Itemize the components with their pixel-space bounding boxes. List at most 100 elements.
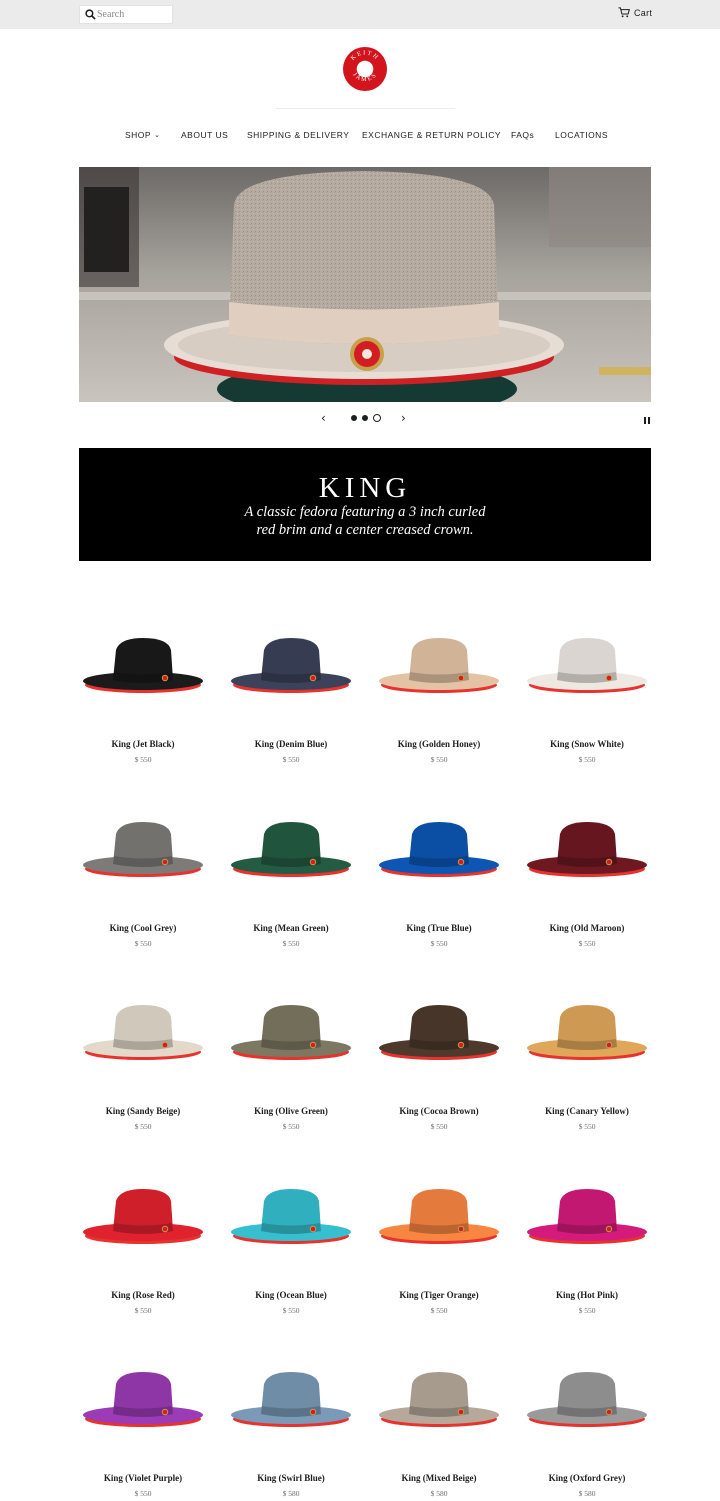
product-card[interactable]: King (Olive Green) $ 550 bbox=[217, 995, 365, 1131]
cart-link[interactable]: Cart bbox=[618, 7, 652, 18]
product-card[interactable]: King (Violet Purple) $ 550 bbox=[69, 1362, 217, 1498]
product-price: $ 550 bbox=[282, 755, 300, 764]
pause-icon[interactable] bbox=[644, 417, 650, 424]
product-hat-image[interactable] bbox=[524, 1179, 650, 1259]
product-card[interactable]: King (Tiger Orange) $ 550 bbox=[365, 1179, 513, 1315]
product-card[interactable]: King (Golden Honey) $ 550 bbox=[365, 628, 513, 764]
search-box[interactable] bbox=[79, 5, 173, 24]
product-name[interactable]: King (True Blue) bbox=[365, 923, 513, 933]
hero-hat-photo bbox=[79, 167, 651, 402]
product-price: $ 550 bbox=[282, 1306, 300, 1315]
product-price: $ 580 bbox=[282, 1489, 300, 1498]
product-hat-image[interactable] bbox=[228, 812, 354, 892]
product-price: $ 550 bbox=[134, 1306, 152, 1315]
top-bar: Cart bbox=[0, 0, 720, 29]
product-card[interactable]: King (Mean Green) $ 550 bbox=[217, 812, 365, 948]
product-hat-image[interactable] bbox=[376, 1362, 502, 1442]
product-name[interactable]: King (Oxford Grey) bbox=[513, 1473, 661, 1483]
product-hat-image[interactable] bbox=[80, 812, 206, 892]
slider-dot-active[interactable] bbox=[373, 414, 381, 422]
product-price: $ 550 bbox=[578, 939, 596, 948]
product-price: $ 550 bbox=[430, 1122, 448, 1131]
cart-label: Cart bbox=[634, 7, 653, 18]
chevron-right-icon[interactable]: › bbox=[401, 410, 406, 426]
product-card[interactable]: King (Mixed Beige) $ 580 bbox=[365, 1362, 513, 1498]
product-name[interactable]: King (Olive Green) bbox=[217, 1106, 365, 1116]
product-hat-image[interactable] bbox=[80, 1179, 206, 1259]
product-name[interactable]: King (Canary Yellow) bbox=[513, 1106, 661, 1116]
collection-banner: KING A classic fedora featuring a 3 inch… bbox=[79, 448, 651, 561]
product-name[interactable]: King (Swirl Blue) bbox=[217, 1473, 365, 1483]
nav-exchange-return-policy[interactable]: EXCHANGE & RETURN POLICY bbox=[362, 130, 501, 140]
product-name[interactable]: King (Denim Blue) bbox=[217, 739, 365, 749]
product-price: $ 550 bbox=[578, 755, 596, 764]
product-card[interactable]: King (Hot Pink) $ 550 bbox=[513, 1179, 661, 1315]
nav-about-us[interactable]: ABOUT US bbox=[181, 130, 228, 140]
product-name[interactable]: King (Tiger Orange) bbox=[365, 1290, 513, 1300]
collection-description: A classic fedora featuring a 3 inch curl… bbox=[244, 504, 486, 538]
product-hat-image[interactable] bbox=[80, 995, 206, 1075]
product-name[interactable]: King (Hot Pink) bbox=[513, 1290, 661, 1300]
product-price: $ 550 bbox=[578, 1306, 596, 1315]
logo-divider bbox=[276, 108, 455, 109]
product-name[interactable]: King (Rose Red) bbox=[69, 1290, 217, 1300]
product-name[interactable]: King (Old Maroon) bbox=[513, 923, 661, 933]
product-hat-image[interactable] bbox=[376, 628, 502, 708]
product-price: $ 580 bbox=[578, 1489, 596, 1498]
product-name[interactable]: King (Ocean Blue) bbox=[217, 1290, 365, 1300]
product-card[interactable]: King (True Blue) $ 550 bbox=[365, 812, 513, 948]
hero-slide-image[interactable] bbox=[79, 167, 651, 402]
product-name[interactable]: King (Sandy Beige) bbox=[69, 1106, 217, 1116]
product-name[interactable]: King (Mean Green) bbox=[217, 923, 365, 933]
main-nav: SHOP ⌄ ABOUT US SHIPPING & DELIVERY EXCHA… bbox=[0, 130, 720, 144]
nav-shipping-delivery[interactable]: SHIPPING & DELIVERY bbox=[247, 130, 349, 140]
product-hat-image[interactable] bbox=[80, 628, 206, 708]
product-card[interactable]: King (Jet Black) $ 550 bbox=[69, 628, 217, 764]
nav-shop[interactable]: SHOP ⌄ bbox=[125, 130, 160, 140]
keith-james-logo[interactable]: KEITH JAMES bbox=[343, 47, 387, 91]
product-hat-image[interactable] bbox=[376, 1179, 502, 1259]
product-name[interactable]: King (Golden Honey) bbox=[365, 739, 513, 749]
product-name[interactable]: King (Cool Grey) bbox=[69, 923, 217, 933]
product-card[interactable]: King (Snow White) $ 550 bbox=[513, 628, 661, 764]
product-hat-image[interactable] bbox=[376, 995, 502, 1075]
nav-locations[interactable]: LOCATIONS bbox=[555, 130, 608, 140]
product-card[interactable]: King (Cocoa Brown) $ 550 bbox=[365, 995, 513, 1131]
product-card[interactable]: King (Swirl Blue) $ 580 bbox=[217, 1362, 365, 1498]
product-hat-image[interactable] bbox=[376, 812, 502, 892]
product-hat-image[interactable] bbox=[524, 995, 650, 1075]
product-card[interactable]: King (Old Maroon) $ 550 bbox=[513, 812, 661, 948]
chevron-left-icon[interactable]: ‹ bbox=[321, 410, 326, 426]
product-hat-image[interactable] bbox=[228, 995, 354, 1075]
product-price: $ 550 bbox=[578, 1122, 596, 1131]
product-name[interactable]: King (Violet Purple) bbox=[69, 1473, 217, 1483]
product-price: $ 550 bbox=[430, 755, 448, 764]
product-hat-image[interactable] bbox=[524, 1362, 650, 1442]
product-card[interactable]: King (Denim Blue) $ 550 bbox=[217, 628, 365, 764]
product-card[interactable]: King (Oxford Grey) $ 580 bbox=[513, 1362, 661, 1498]
product-price: $ 550 bbox=[134, 1489, 152, 1498]
chevron-down-icon: ⌄ bbox=[154, 132, 161, 139]
product-name[interactable]: King (Snow White) bbox=[513, 739, 661, 749]
slider-dot[interactable] bbox=[362, 415, 368, 421]
product-card[interactable]: King (Cool Grey) $ 550 bbox=[69, 812, 217, 948]
product-card[interactable]: King (Rose Red) $ 550 bbox=[69, 1179, 217, 1315]
product-card[interactable]: King (Canary Yellow) $ 550 bbox=[513, 995, 661, 1131]
slider-controls: ‹ › bbox=[0, 410, 720, 426]
cart-icon bbox=[618, 7, 630, 18]
product-hat-image[interactable] bbox=[524, 628, 650, 708]
product-hat-image[interactable] bbox=[80, 1362, 206, 1442]
nav-faqs[interactable]: FAQs bbox=[511, 130, 534, 140]
product-name[interactable]: King (Jet Black) bbox=[69, 739, 217, 749]
product-hat-image[interactable] bbox=[228, 1362, 354, 1442]
product-price: $ 550 bbox=[430, 939, 448, 948]
product-price: $ 550 bbox=[134, 755, 152, 764]
product-hat-image[interactable] bbox=[228, 1179, 354, 1259]
product-card[interactable]: King (Sandy Beige) $ 550 bbox=[69, 995, 217, 1131]
slider-dot[interactable] bbox=[351, 415, 357, 421]
product-name[interactable]: King (Cocoa Brown) bbox=[365, 1106, 513, 1116]
product-name[interactable]: King (Mixed Beige) bbox=[365, 1473, 513, 1483]
product-card[interactable]: King (Ocean Blue) $ 550 bbox=[217, 1179, 365, 1315]
product-hat-image[interactable] bbox=[228, 628, 354, 708]
product-hat-image[interactable] bbox=[524, 812, 650, 892]
